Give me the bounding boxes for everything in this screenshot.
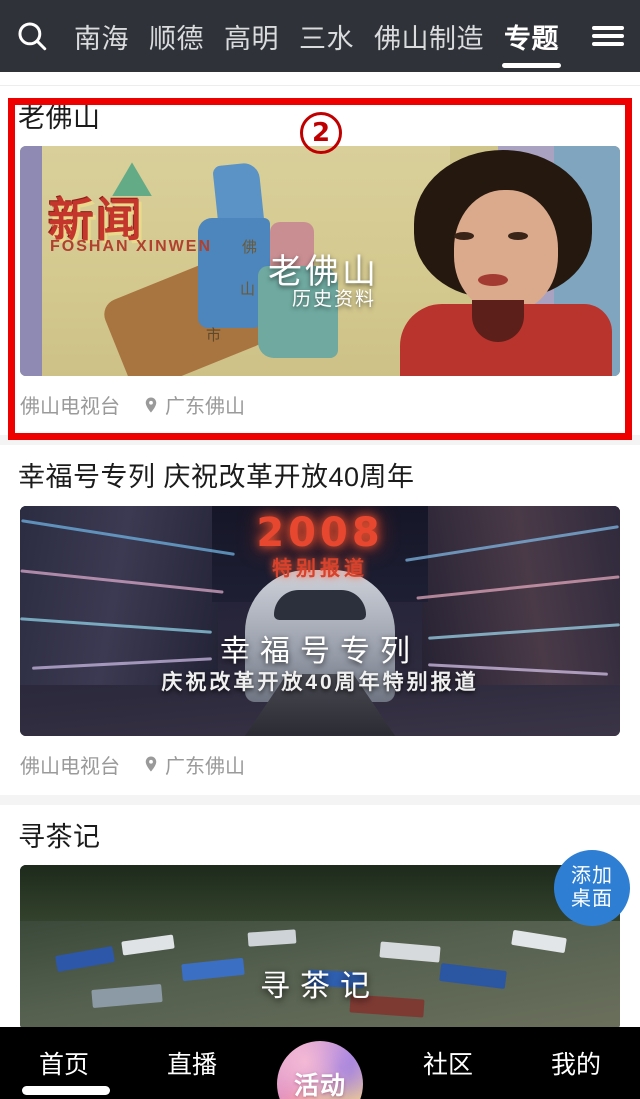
neon-sub-text: 特别报道	[272, 557, 368, 580]
activity-bubble-icon[interactable]: 活动	[277, 1041, 363, 1099]
nav-tab-zhuanti[interactable]: 专题	[494, 0, 569, 72]
card-separator	[0, 794, 640, 805]
hamburger-menu-button[interactable]	[576, 0, 640, 72]
nav-tab-label: 佛山制造	[374, 23, 484, 54]
thumbnail-aerial-village[interactable]: 寻茶记	[20, 865, 620, 1031]
map-label-shan: 山	[240, 281, 256, 299]
fab-label-line2: 桌面	[571, 888, 613, 910]
thumbnail-train-night-city[interactable]: 2008 特别报道 幸福号专列 庆祝改革开放40周年特别报道	[20, 505, 620, 736]
map-pin-icon	[142, 753, 160, 775]
add-to-desktop-button[interactable]: 添加 桌面	[554, 850, 630, 926]
feed-card-xingfuhao[interactable]: 幸福号专列 庆祝改革开放40周年 2008 特别报道 幸福号专列 庆祝改革开放4…	[0, 445, 640, 795]
bottom-nav-item-home[interactable]: 首页	[0, 1045, 128, 1081]
nav-tab-gaoming[interactable]: 高明	[214, 0, 289, 72]
app-root: 南海 顺德 高明 三水 佛山制造 专题 老佛山 佛 山 市 新闻 FOSHAN …	[0, 0, 640, 1099]
map-label-shi: 市	[206, 327, 222, 345]
nav-tab-label: 三水	[299, 23, 354, 54]
search-button[interactable]	[0, 0, 64, 72]
nav-tab-list: 南海 顺德 高明 三水 佛山制造 专题	[64, 0, 576, 72]
thumbnail-overlay-subtitle: 庆祝改革开放40周年特别报道	[161, 670, 479, 694]
home-indicator	[22, 1086, 110, 1095]
bottom-nav-item-mine[interactable]: 我的	[512, 1045, 640, 1081]
card-title: 幸福号专列 庆祝改革开放40周年	[18, 462, 415, 493]
anchor-face	[454, 190, 558, 313]
active-tab-underline	[502, 63, 561, 68]
hamburger-menu-icon	[592, 22, 624, 50]
fab-label-line1: 添加	[571, 865, 613, 887]
nav-tab-nanhai[interactable]: 南海	[64, 0, 139, 72]
annotation-step-number: 2	[300, 112, 342, 154]
bottom-nav-label: 首页	[38, 1051, 89, 1079]
thumbnail-vintage-news[interactable]: 佛 山 市 新闻 FOSHAN XINWEN 老佛山 历史资料	[20, 146, 620, 377]
bottom-nav-item-community[interactable]: 社区	[384, 1045, 512, 1081]
card-thumbnail-wrapper[interactable]: 佛 山 市 新闻 FOSHAN XINWEN 老佛山 历史资料	[0, 146, 640, 377]
card-source-label: 佛山电视台	[20, 755, 120, 778]
news-left-strip	[20, 146, 42, 377]
thumbnail-overlay-title: 寻茶记	[260, 970, 380, 1004]
nav-tab-label: 顺德	[149, 23, 204, 54]
neon-year-text: 2008	[256, 509, 384, 556]
card-meta-row: 佛山电视台 广东佛山	[0, 376, 640, 423]
partial-card-above	[0, 72, 640, 86]
search-icon	[15, 19, 49, 53]
thumbnail-overlay-subtitle: 历史资料	[292, 289, 377, 311]
map-label-fo: 佛	[242, 239, 258, 257]
card-thumbnail-wrapper[interactable]: 寻茶记	[0, 865, 640, 1031]
nav-tab-foshan-manufacturing[interactable]: 佛山制造	[364, 0, 494, 72]
nav-tab-label: 南海	[74, 23, 129, 54]
bottom-nav-label: 我的	[550, 1051, 601, 1079]
bottom-nav-label: 直播	[166, 1051, 217, 1079]
card-location-label: 广东佛山	[165, 396, 245, 419]
feed-scroll-area[interactable]: 老佛山 佛 山 市 新闻 FOSHAN XINWEN 老佛山 历史资料 佛山电视…	[0, 72, 640, 1043]
card-source-label: 佛山电视台	[20, 396, 120, 419]
card-separator	[0, 435, 640, 446]
thumbnail-overlay-title: 幸福号专列	[220, 634, 420, 668]
nav-tab-label: 高明	[224, 23, 279, 54]
feed-card-xunchaji[interactable]: 寻茶记 寻茶记	[0, 804, 640, 1043]
train-windshield	[274, 589, 366, 620]
card-location-label: 广东佛山	[165, 755, 245, 778]
nav-tab-shunde[interactable]: 顺德	[139, 0, 214, 72]
news-logo-romanization: FOSHAN XINWEN	[50, 238, 212, 256]
bottom-nav-item-live[interactable]: 直播	[128, 1045, 256, 1081]
card-meta-row: 佛山电视台 广东佛山	[0, 736, 640, 783]
top-navigation-bar: 南海 顺德 高明 三水 佛山制造 专题	[0, 0, 640, 72]
nav-tab-sanshui[interactable]: 三水	[289, 0, 364, 72]
bottom-nav-label: 社区	[422, 1051, 473, 1079]
map-pin-icon	[142, 394, 160, 416]
forest-band	[20, 865, 620, 922]
nav-tab-label: 专题	[504, 23, 559, 54]
card-thumbnail-wrapper[interactable]: 2008 特别报道 幸福号专列 庆祝改革开放40周年特别报道	[0, 505, 640, 736]
bottom-nav-label: 活动	[293, 1072, 346, 1099]
card-title: 寻茶记	[18, 821, 101, 852]
